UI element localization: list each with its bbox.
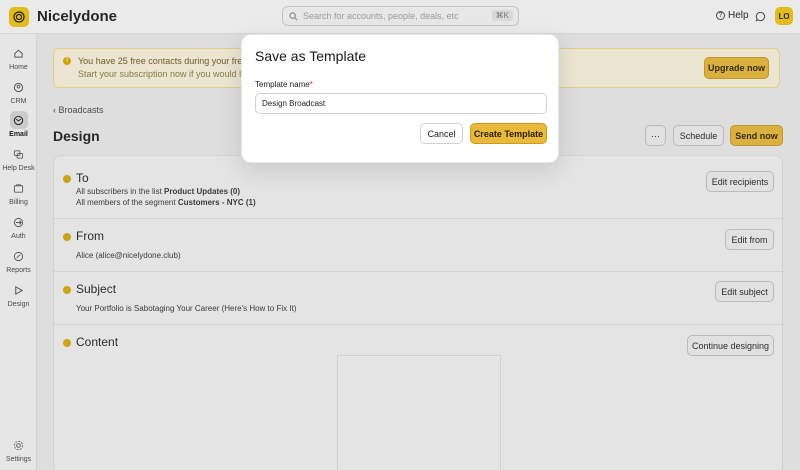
required-marker: * bbox=[309, 80, 313, 89]
save-template-dialog: Save as Template Template name* Cancel C… bbox=[241, 34, 559, 163]
cancel-button[interactable]: Cancel bbox=[420, 123, 463, 144]
template-name-label: Template name* bbox=[255, 80, 313, 89]
dialog-title: Save as Template bbox=[255, 48, 367, 64]
template-name-input[interactable] bbox=[255, 93, 547, 114]
create-template-button[interactable]: Create Template bbox=[470, 123, 547, 144]
